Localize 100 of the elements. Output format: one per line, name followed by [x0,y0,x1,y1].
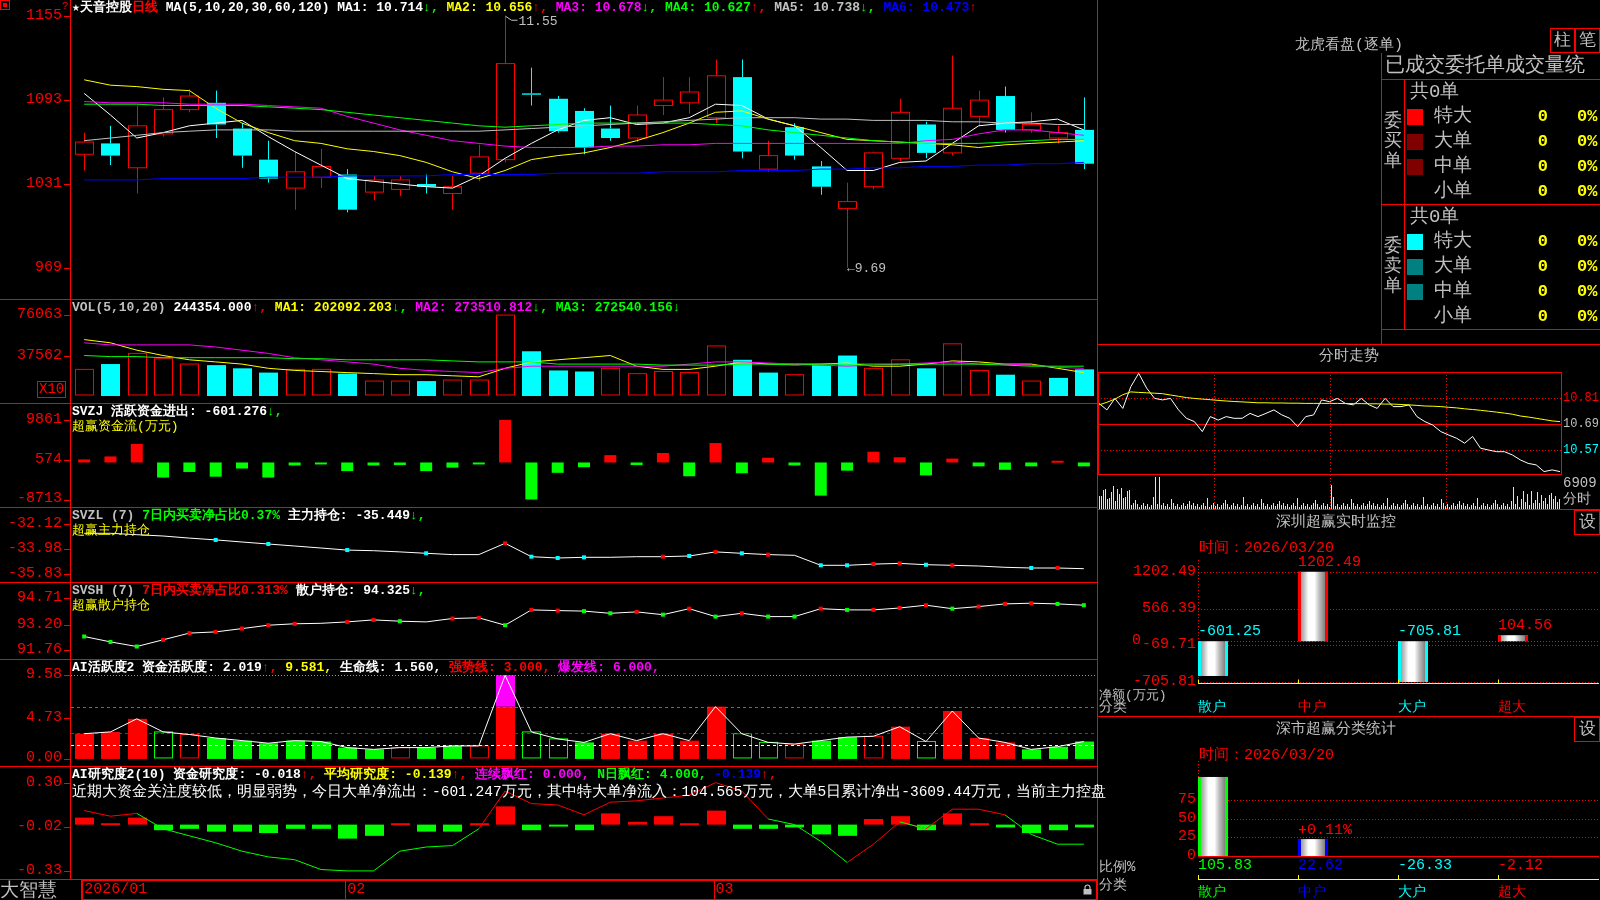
brand-name: 大智慧 [0,880,57,900]
value-label: -705.81 [1398,625,1461,640]
activity-bar [759,741,778,759]
candlestick [180,88,199,113]
volume-bar [917,368,936,396]
order-percent: 0% [1577,257,1598,277]
point [687,553,692,558]
order-type-label: 小单 [1434,179,1472,202]
flow-bar [683,462,696,477]
research-bar [812,824,831,835]
volume-bar [443,379,462,396]
axis-label: 969 [35,259,62,276]
candlestick [864,151,883,190]
activity-bar [154,731,173,759]
flow-bar [920,462,932,476]
volume-bar [207,365,226,396]
research-bar [443,824,462,832]
flow-bar [604,455,617,463]
order-percent: 0% [1577,181,1598,202]
volume-bar [733,359,752,396]
point [739,551,744,556]
volume-bar [864,367,883,396]
activity-bar [417,747,436,759]
point [818,563,823,568]
volume-bar [1049,377,1068,396]
point [687,606,692,611]
view-toggle-button[interactable]: 笔 [1575,28,1600,53]
volume-bar [365,380,384,396]
flow-bar [1025,462,1038,467]
volume-bar [601,367,620,396]
value-label: 105.83 [1198,859,1252,873]
volume-bar [259,372,278,396]
order-type-label: 中单 [1434,279,1472,302]
flow-bar [788,462,801,466]
axis-label: 566.39 [1142,601,1196,616]
candlestick [522,67,541,107]
activity-bar [864,735,883,759]
indicator-header: ★天音控股日线 MA(5,10,20,30,60,120) MA1: 10.714↓, MA2: 10.656↑, MA3: 10.678↓, MA4: 10.627↑, MA5: 10.738↓, MA6: 10.473↑ [72,0,978,15]
research-bar [338,824,357,839]
point [897,561,902,566]
time-label: 03 [715,881,734,899]
axis-label: 10.69 [1563,416,1599,431]
candlestick [391,175,410,197]
candlestick [917,121,936,159]
research-bar [312,824,331,829]
point [660,554,665,559]
settings-button[interactable]: 设 [1574,510,1600,535]
research-bar [365,824,384,836]
indicator-header: AI活跃度2 资金活跃度: 2.019↑, 9.581, 生命线: 1.560, 强势线: 3.000, 爆发线: 6.000, [72,660,660,675]
candlestick [207,90,226,139]
flow-bar [472,462,485,465]
point [608,611,613,616]
research-bar [759,824,778,829]
volume-bar [943,343,962,396]
research-bar [417,824,436,832]
flow-bar [998,462,1011,470]
order-count: 0 [1537,107,1548,128]
activity-bar [549,738,568,759]
point [266,541,271,546]
axis-label: -35.83 [8,565,62,582]
volume-bar [522,351,541,396]
axis-label: 1202.49 [1133,564,1196,579]
view-toggle-button[interactable]: 柱 [1550,28,1575,53]
side-label: 委买单 [1384,112,1402,172]
activity-bar [522,731,541,759]
point [660,612,665,617]
unit-label: X10 [37,381,67,398]
axis-label: 分时 [1563,491,1591,507]
activity-bar [207,738,226,759]
volume-bar [628,373,647,396]
axis-label: 1155 [26,8,62,25]
point [213,629,218,634]
axis-label: 4.73 [26,709,62,726]
flow-bar [236,462,248,469]
point [739,611,744,616]
category-label: 大户 [1398,885,1426,900]
axis-label: 0.00 [26,750,62,766]
activity-bar [575,742,594,759]
flow-bar [656,453,669,463]
candlestick [707,59,726,124]
flow-bar [130,443,143,463]
point [213,537,218,542]
volume-bar [286,368,305,396]
point [950,606,955,611]
point [950,563,955,568]
candlestick [601,105,620,142]
flow-bar [1077,462,1090,467]
point [924,603,928,608]
timestamp: 时间：2026/03/20 [1199,747,1334,764]
order-type-label: 小单 [1434,304,1472,327]
axis-title: 分类 [1099,878,1127,893]
annotation: 11.55 [518,14,558,30]
activity-bar [470,745,489,759]
volume-bar [812,365,831,396]
order-percent: 0% [1577,281,1598,302]
axis-label: 10.81 [1563,391,1599,405]
axis-label: 75 [1178,793,1196,807]
settings-button[interactable]: 设 [1574,717,1600,742]
axis-label: 76063 [17,307,62,323]
axis-label: 9.58 [26,667,62,684]
